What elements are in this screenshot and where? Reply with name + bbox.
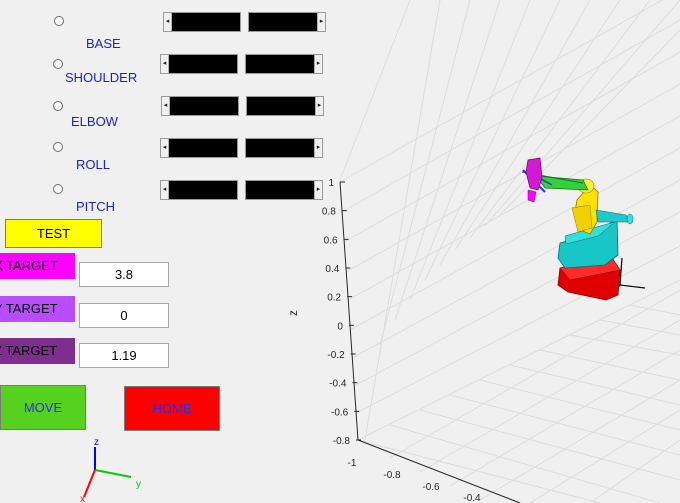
pitch-radio[interactable] — [53, 184, 63, 194]
slider-left-arrow-icon[interactable]: ◂ — [164, 13, 172, 31]
slider-right-arrow-icon[interactable]: ▸ — [314, 139, 322, 157]
x-tick-label: -1 — [348, 458, 357, 469]
x-tick-label: -0.4 — [463, 493, 481, 503]
z-target-field[interactable]: 1.19 — [79, 343, 169, 368]
robot-arm-control-window: 1 0.8 0.6 0.4 0.2 0 -0.2 -0.4 -0.6 -0.8 -1 -0.8 -0.… — [0, 0, 680, 503]
triad-x-label: x — [80, 494, 85, 503]
x-target-field[interactable]: 3.8 — [79, 262, 169, 287]
x-tick-label: -0.8 — [383, 470, 401, 481]
slider-right-arrow-icon[interactable]: ▸ — [314, 181, 322, 199]
z-tick-label: 0.2 — [327, 293, 341, 304]
roll-slider-1[interactable]: ◂ — [160, 138, 238, 158]
shoulder-label: SHOULDER — [65, 70, 138, 85]
triad-z-label: z — [94, 437, 99, 448]
y-target-label: Y TARGET — [0, 296, 75, 322]
pitch-label: PITCH — [76, 199, 115, 214]
triad-y-label: y — [136, 479, 141, 490]
shoulder-radio[interactable] — [53, 59, 63, 69]
roll-label: ROLL — [76, 157, 110, 172]
elbow-radio[interactable] — [53, 101, 63, 111]
slider-left-arrow-icon[interactable]: ◂ — [161, 55, 169, 73]
orientation-triad: z y x — [80, 437, 141, 503]
triad-x-axis — [83, 469, 96, 498]
shoulder-slider-2[interactable]: ▸ — [245, 54, 323, 74]
z-tick-label: 0.6 — [324, 235, 338, 246]
elbow-label: ELBOW — [71, 114, 118, 129]
grid-lines — [339, 0, 680, 503]
slider-right-arrow-icon[interactable]: ▸ — [317, 13, 325, 31]
base-label: BASE — [86, 36, 121, 51]
slider-right-arrow-icon[interactable]: ▸ — [315, 97, 323, 115]
robot-arm-model — [521, 157, 634, 301]
z-target-label: Z TARGET — [0, 338, 75, 364]
home-button[interactable]: HOME — [124, 386, 220, 431]
move-button[interactable]: MOVE — [0, 385, 86, 430]
z-axis-label: z — [286, 310, 300, 316]
z-tick-label: -0.2 — [327, 350, 345, 361]
base-slider-2[interactable]: ▸ — [248, 12, 326, 32]
z-tick-label: -0.4 — [329, 379, 347, 390]
z-tick-label: -0.6 — [331, 407, 349, 418]
slider-left-arrow-icon[interactable]: ◂ — [162, 97, 170, 115]
pitch-slider-1[interactable]: ◂ — [160, 180, 238, 200]
x-axis-line — [357, 439, 521, 503]
z-tick-label: 0 — [337, 321, 343, 332]
roll-radio[interactable] — [53, 142, 63, 152]
z-axis-line — [339, 181, 359, 441]
pitch-slider-2[interactable]: ▸ — [245, 180, 323, 200]
x-tick-label: -0.6 — [422, 482, 440, 493]
y-target-field[interactable]: 0 — [79, 303, 169, 328]
base-radio[interactable] — [54, 16, 64, 26]
elbow-slider-1[interactable]: ◂ — [161, 96, 239, 116]
test-button[interactable]: TEST — [5, 219, 102, 248]
base-slider-1[interactable]: ◂ — [163, 12, 241, 32]
z-axis-ticks: 1 0.8 0.6 0.4 0.2 0 -0.2 -0.4 -0.6 -0.8 — [322, 178, 361, 447]
elbow-slider-2[interactable]: ▸ — [246, 96, 324, 116]
slider-left-arrow-icon[interactable]: ◂ — [161, 139, 169, 157]
z-tick-label: 0.4 — [325, 264, 339, 275]
slider-left-arrow-icon[interactable]: ◂ — [161, 181, 169, 199]
shoulder-slider-1[interactable]: ◂ — [160, 54, 238, 74]
z-tick-label: -0.8 — [333, 436, 351, 447]
triad-y-axis — [94, 469, 132, 478]
x-target-label: X TARGET — [0, 253, 75, 279]
roll-slider-2[interactable]: ▸ — [245, 138, 323, 158]
z-tick-label: 1 — [328, 178, 334, 189]
z-tick-label: 0.8 — [322, 207, 336, 218]
slider-right-arrow-icon[interactable]: ▸ — [314, 55, 322, 73]
